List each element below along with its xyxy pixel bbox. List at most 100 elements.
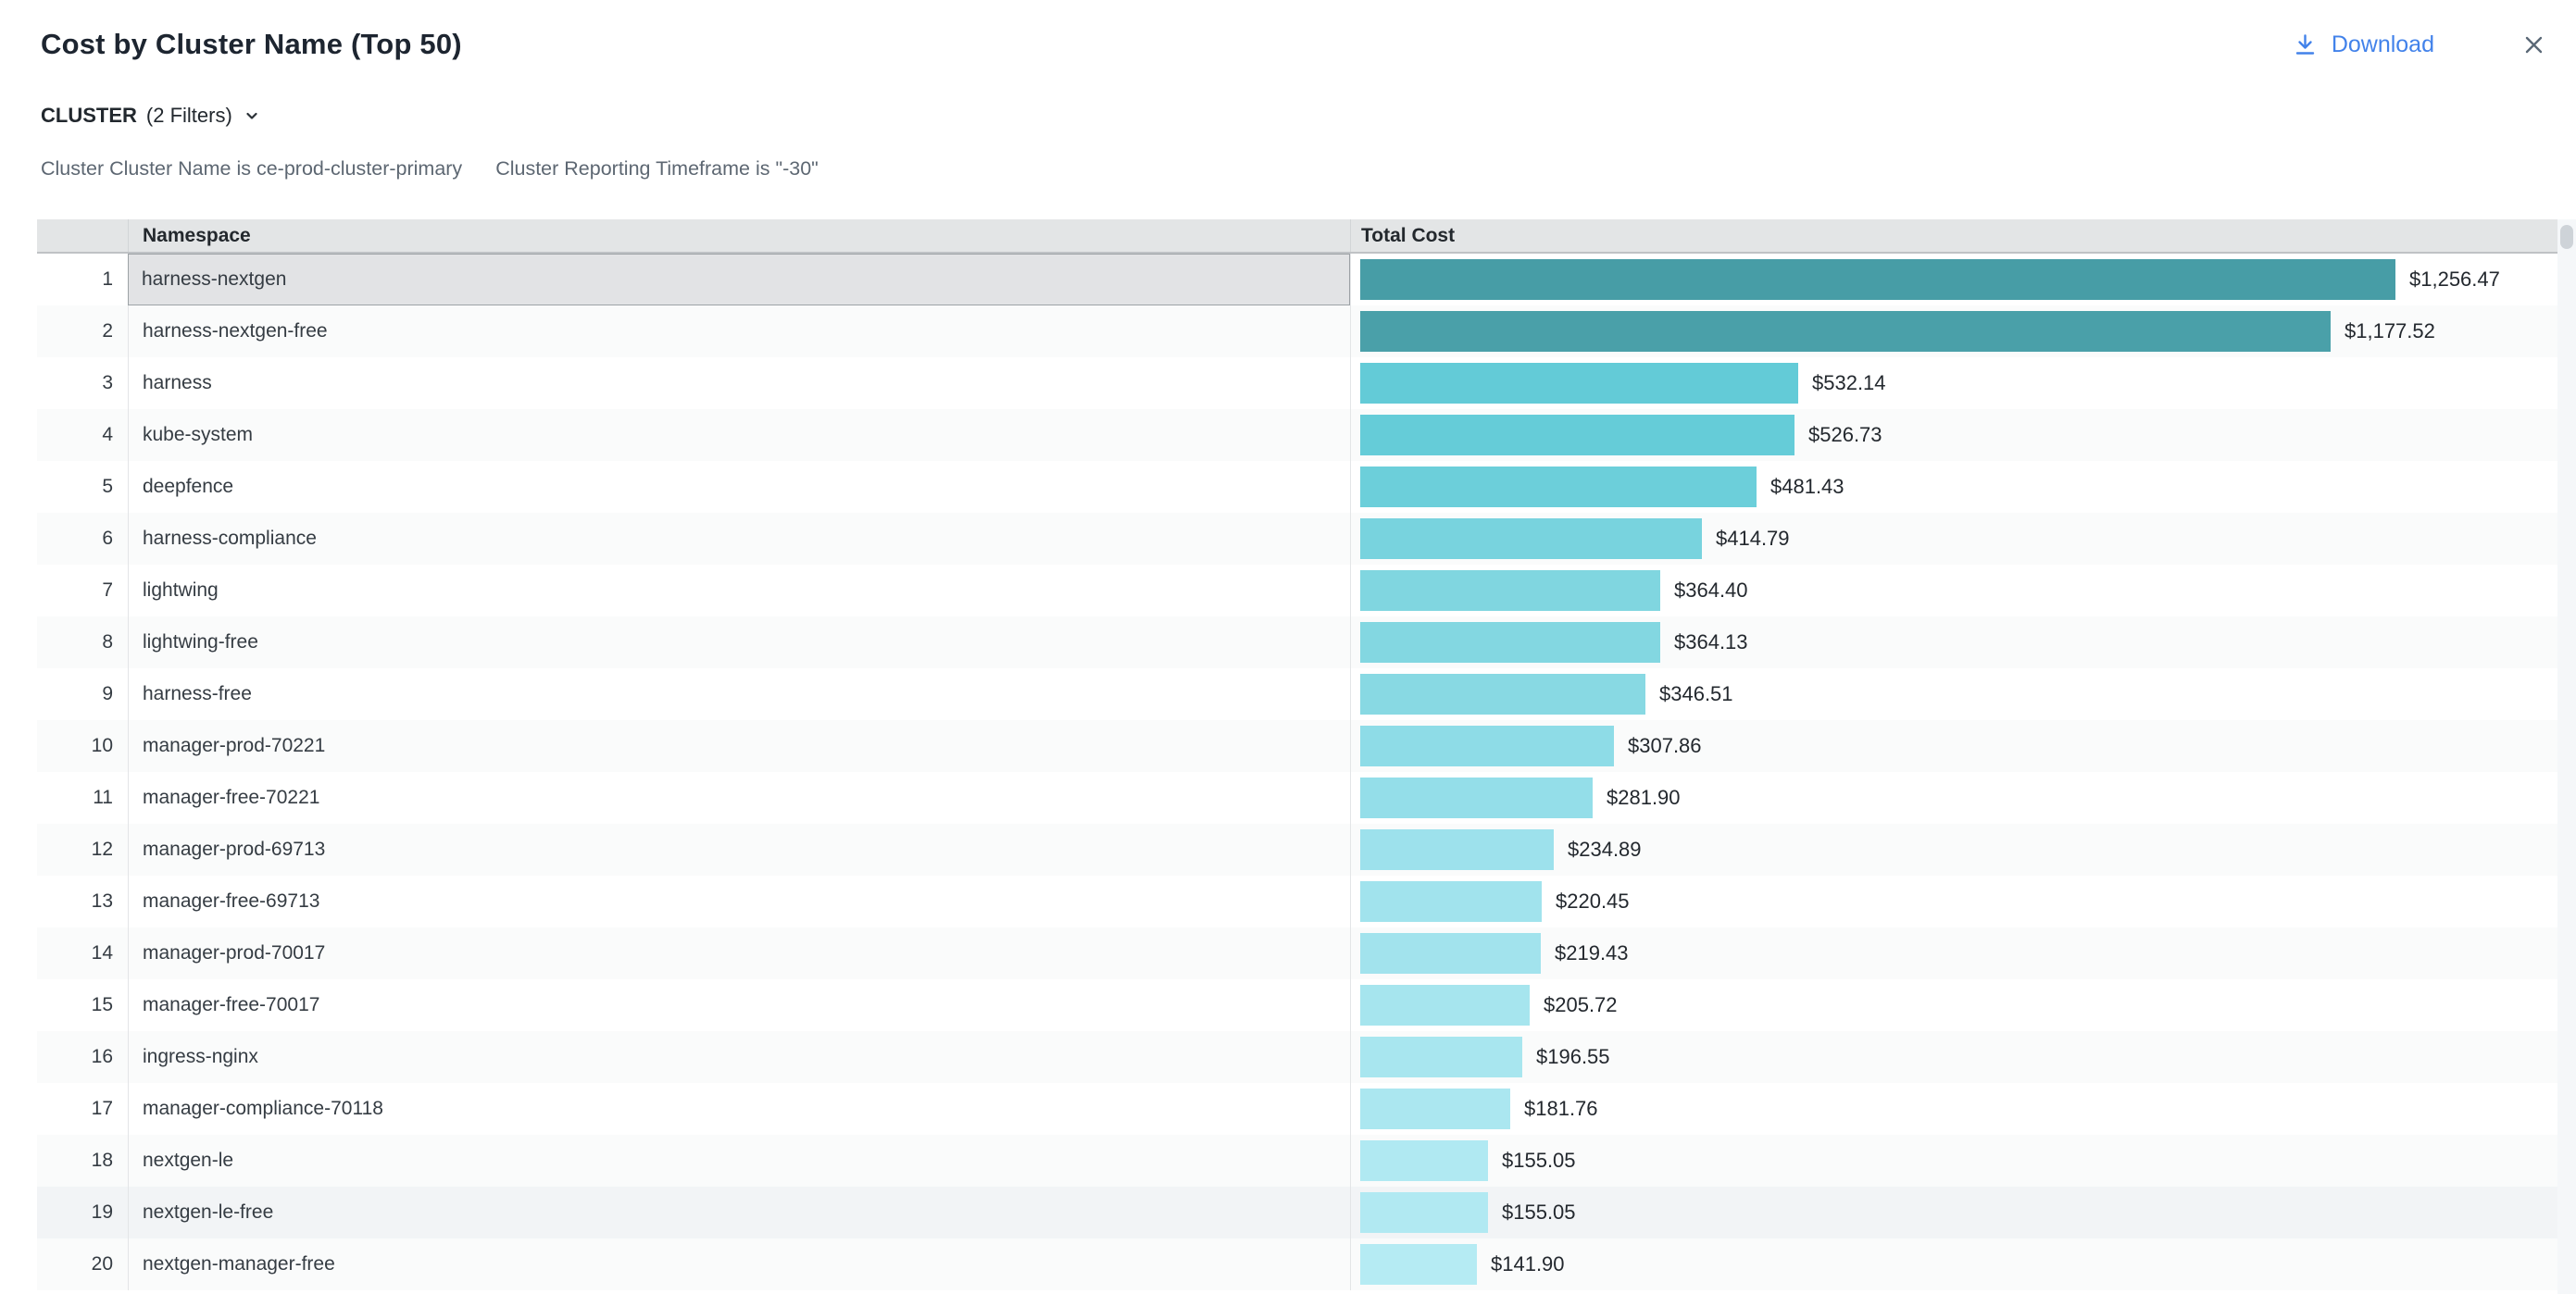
cost-value-label: $141.90 (1491, 1252, 1565, 1276)
close-button[interactable] (2520, 31, 2548, 59)
row-number-cell: 9 (37, 668, 128, 720)
namespace-cell[interactable]: manager-prod-69713 (128, 824, 1350, 876)
table-row[interactable]: 16 ingress-nginx $196.55 (37, 1031, 2557, 1083)
row-number-cell: 1 (37, 254, 128, 305)
row-number-cell: 18 (37, 1135, 128, 1187)
row-number-cell: 15 (37, 979, 128, 1031)
namespace-cell[interactable]: harness-compliance (128, 513, 1350, 565)
cost-value-label: $364.13 (1674, 630, 1748, 654)
row-number-cell: 5 (37, 461, 128, 513)
row-number-cell: 3 (37, 357, 128, 409)
table-row[interactable]: 13 manager-free-69713 $220.45 (37, 876, 2557, 927)
table-row[interactable]: 1 harness-nextgen $1,256.47 (37, 254, 2557, 305)
total-cost-cell: $481.43 (1350, 461, 2557, 513)
table-row[interactable]: 10 manager-prod-70221 $307.86 (37, 720, 2557, 772)
cost-bar (1360, 1089, 1510, 1129)
row-number-cell: 12 (37, 824, 128, 876)
namespace-cell[interactable]: manager-free-70221 (128, 772, 1350, 824)
applied-filters: Cluster Cluster Name is ce-prod-cluster-… (41, 157, 819, 180)
namespace-cell[interactable]: nextgen-le (128, 1135, 1350, 1187)
namespace-cell[interactable]: ingress-nginx (128, 1031, 1350, 1083)
cost-bar (1360, 1192, 1488, 1233)
namespace-cell[interactable]: manager-prod-70017 (128, 927, 1350, 979)
total-cost-cell: $205.72 (1350, 979, 2557, 1031)
total-cost-cell: $526.73 (1350, 409, 2557, 461)
cost-bar (1360, 622, 1660, 663)
table-row[interactable]: 4 kube-system $526.73 (37, 409, 2557, 461)
cost-bar (1360, 829, 1554, 870)
row-number-column-header (37, 219, 128, 252)
namespace-cell[interactable]: lightwing-free (128, 616, 1350, 668)
cost-bar (1360, 467, 1757, 507)
cost-bar (1360, 881, 1542, 922)
cost-value-label: $526.73 (1808, 423, 1882, 447)
namespace-cell[interactable]: nextgen-manager-free (128, 1238, 1350, 1290)
cost-value-label: $220.45 (1556, 890, 1630, 914)
filter-group-label: CLUSTER (41, 104, 137, 128)
table-row[interactable]: 15 manager-free-70017 $205.72 (37, 979, 2557, 1031)
table-row[interactable]: 12 manager-prod-69713 $234.89 (37, 824, 2557, 876)
cost-bar (1360, 415, 1794, 455)
applied-filter-cluster-name: Cluster Cluster Name is ce-prod-cluster-… (41, 157, 462, 180)
table-row[interactable]: 3 harness $532.14 (37, 357, 2557, 409)
total-cost-cell: $364.13 (1350, 616, 2557, 668)
row-number-cell: 16 (37, 1031, 128, 1083)
total-cost-cell: $414.79 (1350, 513, 2557, 565)
cost-value-label: $364.40 (1674, 579, 1748, 603)
table-body: 1 harness-nextgen $1,256.47 2 harness-ne… (37, 254, 2557, 1290)
row-number-cell: 10 (37, 720, 128, 772)
namespace-cell[interactable]: manager-free-69713 (128, 876, 1350, 927)
total-cost-cell: $196.55 (1350, 1031, 2557, 1083)
filter-group-toggle[interactable]: CLUSTER (2 Filters) (41, 104, 262, 128)
header-actions: Download (2293, 31, 2548, 59)
table-row[interactable]: 7 lightwing $364.40 (37, 565, 2557, 616)
namespace-cell[interactable]: harness-free (128, 668, 1350, 720)
total-cost-cell: $155.05 (1350, 1135, 2557, 1187)
cost-bar (1360, 1244, 1477, 1285)
row-number-cell: 13 (37, 876, 128, 927)
namespace-cell[interactable]: manager-free-70017 (128, 979, 1350, 1031)
namespace-cell[interactable]: manager-compliance-70118 (128, 1083, 1350, 1135)
cost-bar (1360, 1037, 1522, 1077)
table-row[interactable]: 6 harness-compliance $414.79 (37, 513, 2557, 565)
close-icon (2520, 31, 2548, 59)
cost-value-label: $219.43 (1555, 941, 1629, 965)
table-row[interactable]: 17 manager-compliance-70118 $181.76 (37, 1083, 2557, 1135)
total-cost-cell: $532.14 (1350, 357, 2557, 409)
namespace-column-header[interactable]: Namespace (128, 219, 1350, 252)
row-number-cell: 17 (37, 1083, 128, 1135)
table-row[interactable]: 8 lightwing-free $364.13 (37, 616, 2557, 668)
namespace-cell[interactable]: harness-nextgen (128, 254, 1350, 305)
download-button[interactable]: Download (2293, 31, 2434, 58)
table-row[interactable]: 19 nextgen-le-free $155.05 (37, 1187, 2557, 1238)
filter-count-label: (2 Filters) (146, 104, 232, 128)
namespace-cell[interactable]: lightwing (128, 565, 1350, 616)
total-cost-column-header[interactable]: Total Cost (1350, 219, 2557, 252)
row-number-cell: 4 (37, 409, 128, 461)
row-number-cell: 11 (37, 772, 128, 824)
table-row[interactable]: 9 harness-free $346.51 (37, 668, 2557, 720)
cost-value-label: $481.43 (1770, 475, 1844, 499)
chevron-down-icon (242, 106, 262, 126)
cost-value-label: $234.89 (1568, 838, 1642, 862)
table-row[interactable]: 20 nextgen-manager-free $141.90 (37, 1238, 2557, 1290)
table-row[interactable]: 2 harness-nextgen-free $1,177.52 (37, 305, 2557, 357)
namespace-cell[interactable]: deepfence (128, 461, 1350, 513)
table-row[interactable]: 14 manager-prod-70017 $219.43 (37, 927, 2557, 979)
table-row[interactable]: 18 nextgen-le $155.05 (37, 1135, 2557, 1187)
namespace-cell[interactable]: nextgen-le-free (128, 1187, 1350, 1238)
row-number-cell: 6 (37, 513, 128, 565)
vertical-scrollbar-track[interactable] (2557, 219, 2576, 1294)
table-row[interactable]: 5 deepfence $481.43 (37, 461, 2557, 513)
namespace-cell[interactable]: manager-prod-70221 (128, 720, 1350, 772)
namespace-cell[interactable]: kube-system (128, 409, 1350, 461)
vertical-scrollbar-thumb[interactable] (2560, 225, 2573, 249)
cost-value-label: $196.55 (1536, 1045, 1610, 1069)
total-cost-cell: $181.76 (1350, 1083, 2557, 1135)
table-header-row: Namespace Total Cost (37, 219, 2557, 254)
table-row[interactable]: 11 manager-free-70221 $281.90 (37, 772, 2557, 824)
namespace-cell[interactable]: harness (128, 357, 1350, 409)
download-label: Download (2332, 31, 2434, 58)
namespace-cell[interactable]: harness-nextgen-free (128, 305, 1350, 357)
total-cost-cell: $220.45 (1350, 876, 2557, 927)
